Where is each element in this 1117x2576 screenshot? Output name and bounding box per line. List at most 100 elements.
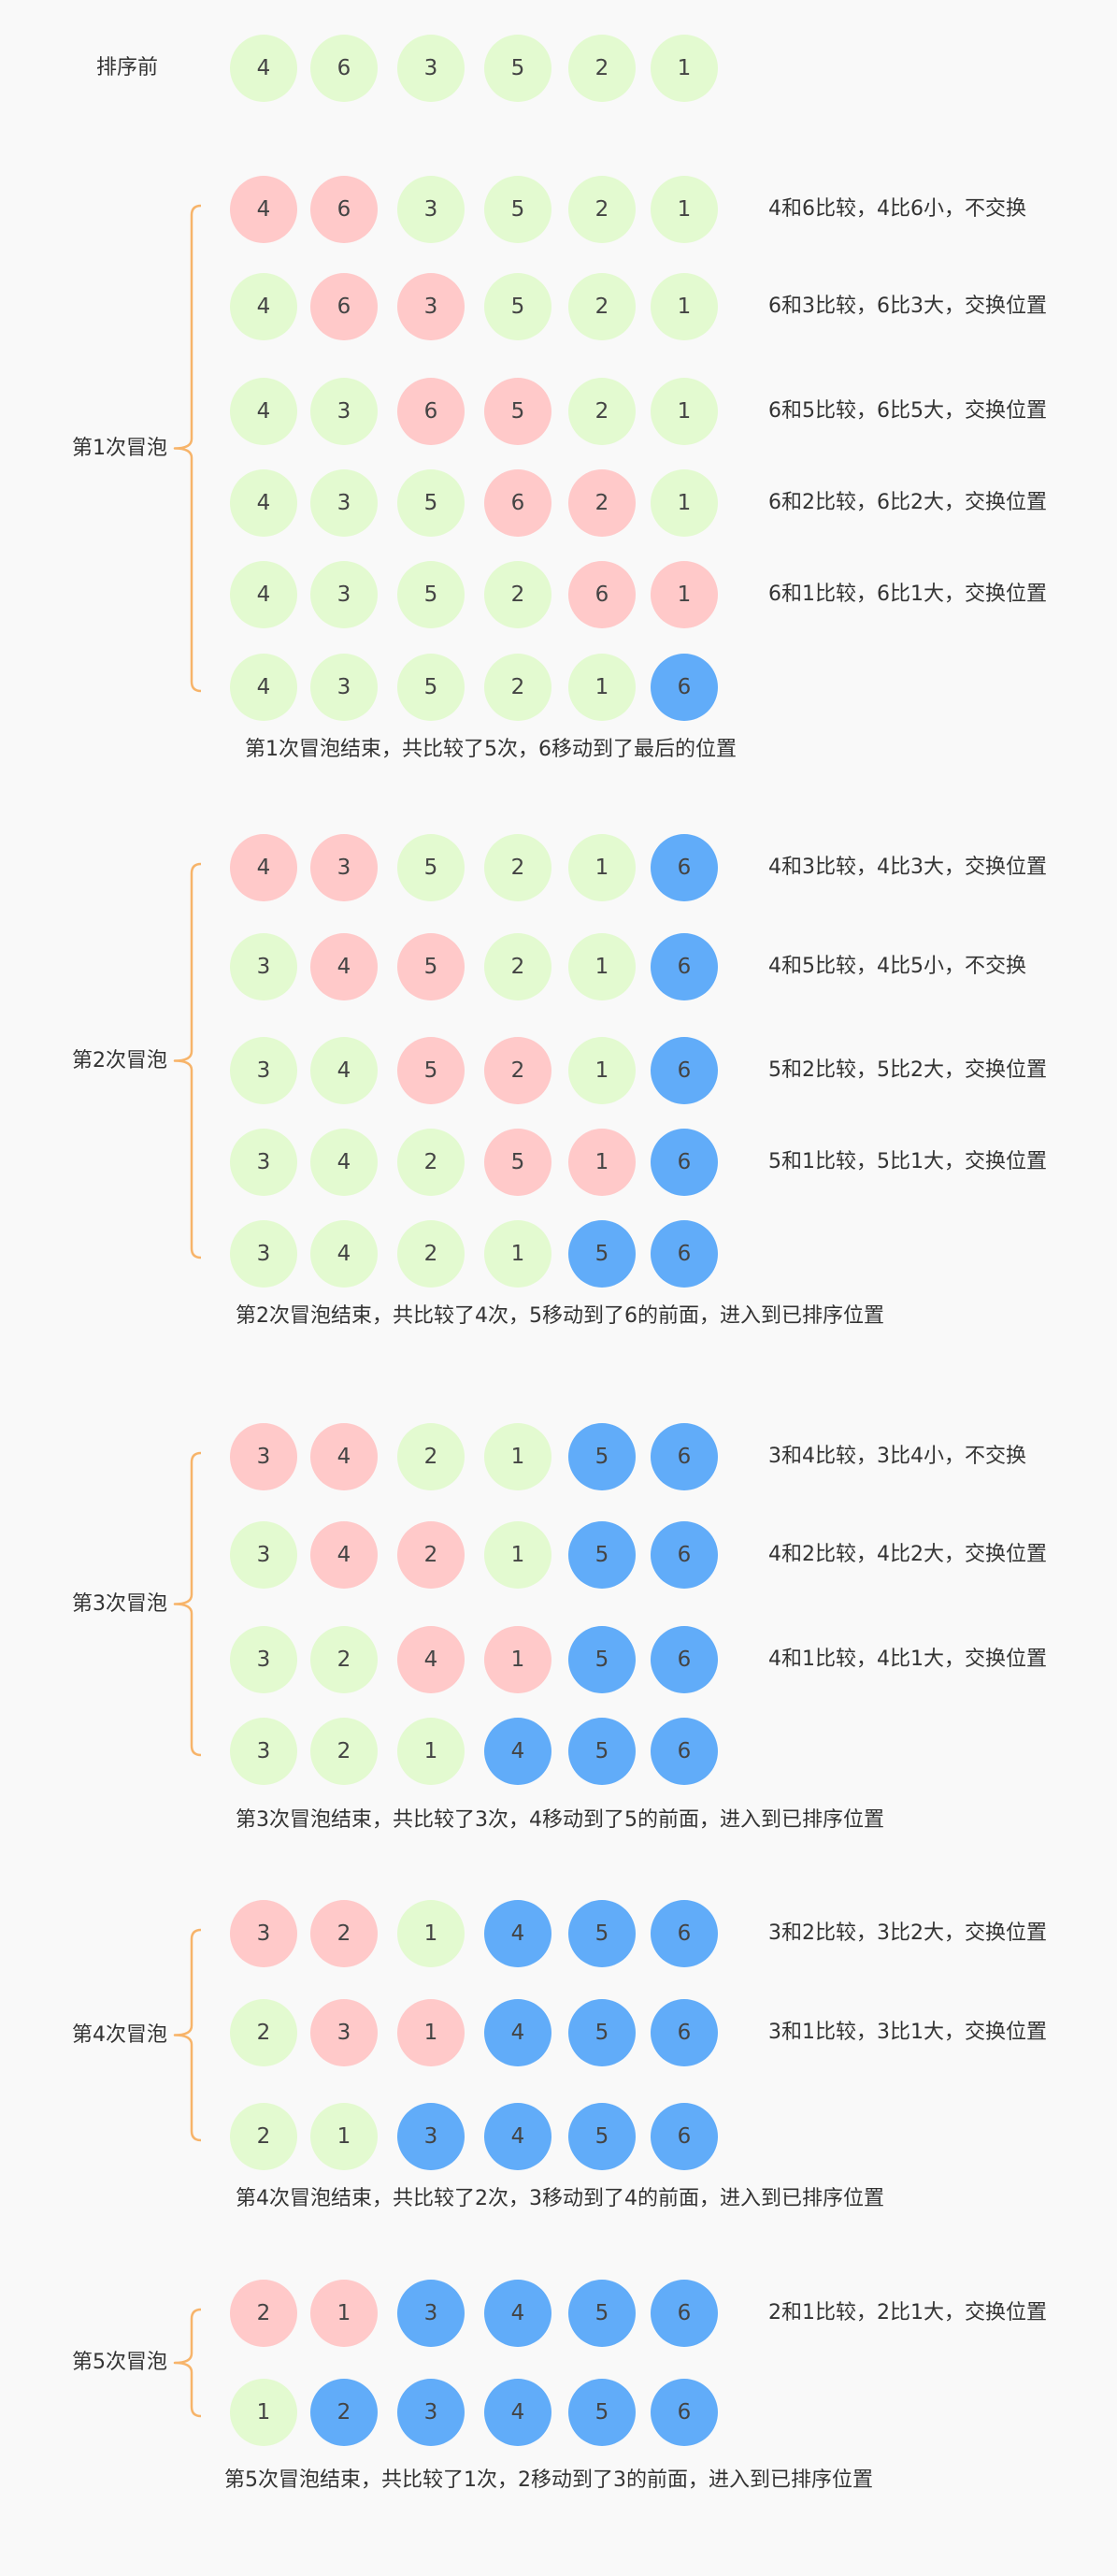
number-circle-unsorted: 3 [310, 378, 378, 445]
step-note: 6和3比较，6比3大，交换位置 [768, 295, 1047, 318]
pass-label: 第3次冒泡 [72, 1591, 167, 1616]
bubble-sort-diagram: 排序前 4 6 3 5 2 1 第1次冒泡 4 6 3 5 2 1 4和6比较，4比6小，不交换 4 6 3 5 2 1… [0, 0, 1117, 2576]
number-circle-sorted: 6 [651, 2103, 718, 2170]
number-circle-unsorted: 3 [310, 469, 378, 537]
number-circle-unsorted: 5 [397, 561, 465, 628]
number-circle-unsorted: 2 [568, 378, 636, 445]
curly-brace [173, 204, 201, 693]
number-circle-unsorted: 3 [230, 1037, 297, 1104]
number-circle-comparing: 6 [484, 469, 551, 537]
number-circle-unsorted: 2 [484, 561, 551, 628]
step-note: 3和2比较，3比2大，交换位置 [768, 1921, 1047, 1945]
number-circle-unsorted: 4 [230, 561, 297, 628]
number-circle-unsorted: 2 [484, 834, 551, 901]
number-circle-comparing: 1 [310, 2280, 378, 2347]
number-circle-unsorted: 2 [484, 654, 551, 721]
number-circle-sorted: 6 [651, 1999, 718, 2066]
pass-label: 第5次冒泡 [72, 2351, 167, 2374]
number-circle-unsorted: 1 [310, 2103, 378, 2170]
number-circle-comparing: 3 [310, 1999, 378, 2066]
number-circle-unsorted: 1 [484, 1220, 551, 1288]
number-circle-sorted: 5 [568, 2280, 636, 2347]
curly-brace [173, 862, 201, 1259]
number-circle-comparing: 1 [484, 1626, 551, 1693]
number-circle-unsorted: 1 [651, 273, 718, 340]
number-circle-unsorted: 4 [230, 654, 297, 721]
number-circle-unsorted: 2 [397, 1423, 465, 1490]
number-circle-unsorted: 3 [397, 35, 465, 102]
number-circle-unsorted: 1 [568, 933, 636, 1000]
number-circle-sorted: 4 [484, 1900, 551, 1967]
number-circle-unsorted: 3 [230, 1718, 297, 1785]
number-circle-comparing: 3 [230, 1423, 297, 1490]
number-circle-sorted: 5 [568, 1999, 636, 2066]
step-note: 4和5比较，4比5小，不交换 [768, 955, 1026, 978]
number-circle-unsorted: 1 [568, 834, 636, 901]
number-circle-comparing: 4 [230, 176, 297, 243]
number-circle-comparing: 3 [310, 834, 378, 901]
initial-label: 排序前 [95, 56, 159, 79]
step-note: 5和2比较，5比2大，交换位置 [768, 1058, 1047, 1082]
number-circle-sorted: 6 [651, 654, 718, 721]
number-circle-comparing: 2 [230, 2280, 297, 2347]
number-circle-sorted: 5 [568, 1521, 636, 1589]
number-circle-unsorted: 4 [230, 35, 297, 102]
number-circle-sorted: 5 [568, 1626, 636, 1693]
number-circle-unsorted: 3 [397, 176, 465, 243]
number-circle-sorted: 6 [651, 1626, 718, 1693]
number-circle-comparing: 5 [484, 378, 551, 445]
number-circle-sorted: 6 [651, 1900, 718, 1967]
number-circle-sorted: 6 [651, 2379, 718, 2446]
number-circle-unsorted: 1 [397, 1718, 465, 1785]
number-circle-comparing: 3 [397, 273, 465, 340]
step-note: 4和1比较，4比1大，交换位置 [768, 1648, 1047, 1671]
step-note: 3和4比较，3比4小，不交换 [768, 1445, 1026, 1468]
number-circle-comparing: 1 [651, 561, 718, 628]
number-circle-comparing: 2 [397, 1521, 465, 1589]
number-circle-unsorted: 4 [310, 1129, 378, 1196]
number-circle-unsorted: 1 [397, 1900, 465, 1967]
number-circle-unsorted: 4 [310, 1220, 378, 1288]
number-circle-unsorted: 1 [651, 378, 718, 445]
number-circle-comparing: 2 [568, 469, 636, 537]
number-circle-unsorted: 5 [484, 176, 551, 243]
number-circle-unsorted: 2 [397, 1129, 465, 1196]
number-circle-sorted: 6 [651, 1037, 718, 1104]
number-circle-unsorted: 3 [230, 1521, 297, 1589]
number-circle-unsorted: 2 [230, 1999, 297, 2066]
number-circle-unsorted: 1 [484, 1423, 551, 1490]
step-note: 2和1比较，2比1大，交换位置 [768, 2301, 1047, 2324]
number-circle-unsorted: 5 [484, 35, 551, 102]
number-circle-comparing: 4 [310, 1423, 378, 1490]
number-circle-comparing: 4 [310, 1521, 378, 1589]
number-circle-sorted: 5 [568, 1718, 636, 1785]
number-circle-unsorted: 2 [568, 35, 636, 102]
number-circle-unsorted: 1 [568, 654, 636, 721]
number-circle-unsorted: 5 [397, 654, 465, 721]
number-circle-unsorted: 1 [484, 1521, 551, 1589]
number-circle-sorted: 5 [568, 2379, 636, 2446]
number-circle-unsorted: 3 [230, 1220, 297, 1288]
number-circle-comparing: 4 [310, 933, 378, 1000]
number-circle-comparing: 2 [484, 1037, 551, 1104]
number-circle-unsorted: 2 [310, 1718, 378, 1785]
number-circle-comparing: 4 [397, 1626, 465, 1693]
number-circle-sorted: 6 [651, 1129, 718, 1196]
step-note: 5和1比较，5比1大，交换位置 [768, 1150, 1047, 1173]
number-circle-sorted: 6 [651, 933, 718, 1000]
number-circle-unsorted: 2 [568, 176, 636, 243]
number-circle-sorted: 5 [568, 1423, 636, 1490]
curly-brace [173, 2308, 201, 2418]
step-note: 6和1比较，6比1大，交换位置 [768, 583, 1047, 606]
number-circle-comparing: 3 [230, 1900, 297, 1967]
number-circle-unsorted: 2 [568, 273, 636, 340]
pass-label: 第2次冒泡 [72, 1048, 167, 1072]
number-circle-unsorted: 5 [397, 834, 465, 901]
number-circle-comparing: 5 [397, 933, 465, 1000]
number-circle-unsorted: 1 [651, 469, 718, 537]
number-circle-comparing: 5 [397, 1037, 465, 1104]
number-circle-comparing: 6 [310, 273, 378, 340]
step-note: 4和3比较，4比3大，交换位置 [768, 856, 1047, 879]
number-circle-unsorted: 1 [651, 35, 718, 102]
pass-summary: 第5次冒泡结束，共比较了1次，2移动到了3的前面，进入到已排序位置 [224, 2468, 873, 2492]
